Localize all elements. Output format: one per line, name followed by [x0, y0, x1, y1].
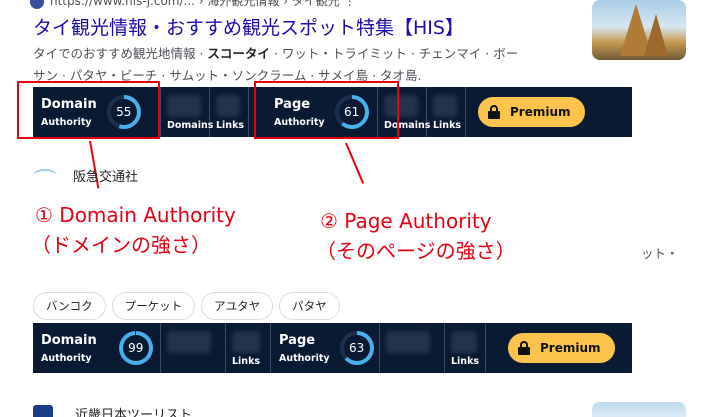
links-cell: Links [210, 87, 248, 137]
site-favicon-icon [30, 0, 44, 9]
chip-row: バンコク プーケット アユタヤ パタヤ [33, 292, 340, 320]
domain-authority-gauge: 99 [118, 331, 153, 365]
page-authority-annotation-note: （そのページの強さ） [316, 239, 516, 263]
result-title-link[interactable]: タイ観光情報・おすすめ観光スポット特集【HIS】 [33, 13, 464, 40]
links-label: Links [433, 120, 462, 131]
pagoda-image-shape [644, 14, 668, 56]
linking-domains-cell [380, 323, 444, 373]
links-label: Links [451, 356, 480, 367]
source-row[interactable]: 阪急交通社 [33, 166, 138, 185]
domain-authority-sublabel: Authority [41, 352, 92, 364]
lock-icon [488, 105, 500, 119]
chip[interactable]: アユタヤ [201, 292, 274, 320]
page-authority-value: 63 [343, 335, 370, 361]
domain-authority-cell: Domain Authority 99 [33, 323, 160, 373]
source-row[interactable]: 近畿日本ツーリスト [33, 404, 192, 417]
links-cell: Links [226, 323, 270, 373]
blurred-value [433, 95, 457, 117]
linking-domains-cell [161, 323, 225, 373]
domain-authority-highlight [17, 81, 160, 139]
source-favicon-icon [33, 404, 53, 417]
lock-icon [518, 341, 530, 355]
domain-authority-annotation-title: ① Domain Authority [35, 203, 236, 227]
blurred-value [167, 95, 201, 117]
linking-domains-label: Domains [167, 120, 214, 131]
domain-authority-annotation-note: （ドメインの強さ） [31, 233, 211, 257]
divider [485, 323, 486, 373]
blurred-value [386, 331, 430, 353]
chip[interactable]: パタヤ [279, 292, 340, 320]
result-thumbnail[interactable] [592, 0, 686, 60]
page-authority-annotation: ② Page Authority （そのページの強さ） [316, 206, 516, 266]
page-authority-annotation-title: ② Page Authority [320, 209, 492, 233]
divider [465, 87, 466, 137]
result-url[interactable]: https://www.his-j.com/... › 海外観光情報 › タイ観… [30, 0, 356, 9]
page-authority-highlight [254, 81, 399, 139]
premium-button-label: Premium [540, 341, 601, 355]
domain-authority-label: Domain [41, 332, 97, 348]
page-authority-label: Page [279, 332, 316, 348]
chip[interactable]: バンコク [33, 292, 106, 320]
page-authority-pointer-line [345, 142, 365, 184]
linking-domains-cell: Domains [161, 87, 214, 137]
page-authority-gauge: 63 [339, 331, 374, 365]
snippet-trail-text: ット・ [641, 246, 679, 261]
blurred-value [451, 331, 477, 353]
page-authority-cell: Page Authority 63 [271, 323, 379, 373]
links-label: Links [216, 120, 245, 131]
links-label: Links [232, 356, 261, 367]
blurred-value [167, 331, 211, 353]
domain-authority-value: 99 [122, 335, 149, 361]
chip[interactable]: プーケット [111, 292, 196, 320]
source-name: 阪急交通社 [73, 170, 139, 185]
premium-button[interactable]: Premium [508, 333, 615, 363]
blurred-value [232, 331, 260, 353]
domain-authority-annotation: ① Domain Authority （ドメインの強さ） [31, 200, 236, 260]
source-name: 近畿日本ツーリスト [75, 408, 193, 417]
premium-button[interactable]: Premium [478, 97, 585, 127]
page-authority-sublabel: Authority [279, 352, 330, 364]
links-cell: Links [427, 87, 465, 137]
seo-metrics-bar: Domain Authority 99 Links Page Authority… [33, 323, 632, 373]
links-cell: Links [445, 323, 485, 373]
blurred-value [216, 95, 240, 117]
premium-button-label: Premium [510, 105, 571, 119]
result-thumbnail[interactable] [592, 402, 686, 417]
source-favicon-icon [33, 168, 57, 183]
